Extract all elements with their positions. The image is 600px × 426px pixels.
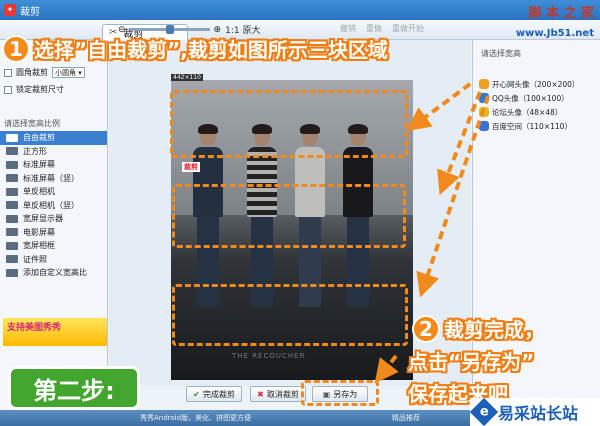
preset-label: 开心网头像（200×200） — [492, 79, 580, 89]
preset-title: 请选择宽高 — [481, 49, 521, 58]
circle-crop-row: 圆角裁剪 小圆角 ▾ — [0, 66, 107, 79]
crop-tag: 裁剪 — [182, 162, 200, 172]
crop-dimension-label: 442×110 — [171, 74, 203, 81]
preset-list: 开心网头像（200×200） QQ头像（100×100） 论坛头像（48×48） 百度… — [473, 77, 600, 133]
crop-region-bottom[interactable] — [172, 284, 408, 346]
ratio-icon — [6, 255, 18, 264]
zoom-out-icon[interactable]: ⊖ — [118, 25, 126, 35]
preset-item[interactable]: QQ头像（100×100） — [473, 91, 600, 105]
ratio-label: 标准屏幕 — [23, 160, 55, 170]
step2-line2: 点击“另存为” — [408, 350, 535, 374]
save-as-highlight — [301, 380, 379, 406]
ratio-icon — [6, 201, 18, 210]
ratio-icon — [6, 160, 18, 169]
status-recommend[interactable]: 精品推荐 — [392, 413, 420, 423]
ratio-icon — [6, 133, 18, 142]
ratio-icon — [6, 241, 18, 250]
ratio-label: 宽屏显示器 — [23, 214, 63, 224]
circle-crop-checkbox[interactable] — [4, 68, 12, 77]
site-name: 易采站长站 — [498, 404, 579, 423]
ratio-label: 证件照 — [23, 254, 47, 264]
left-panel: 圆角裁剪 小圆角 ▾ 锁定裁剪尺寸 请选择宽高比例 自由裁剪正方形标准屏幕标准屏… — [0, 40, 108, 410]
preset-item[interactable]: 百度空间（110×110） — [473, 119, 600, 133]
undo-button[interactable]: 撤销 — [340, 23, 356, 34]
reset-button[interactable]: 重做开始 — [392, 23, 424, 34]
ratio-item[interactable]: 添加自定义宽高比 — [0, 266, 107, 280]
step1-number: 1 — [2, 34, 30, 63]
watermark-text: 脚 本 之 家 — [528, 6, 594, 21]
preset-item[interactable]: 论坛头像（48×48） — [473, 105, 600, 119]
preset-label: 百度空间（110×110） — [492, 121, 572, 131]
ratio-item[interactable]: 宽屏相框 — [0, 239, 107, 253]
ratio-item[interactable]: 单反相机 — [0, 185, 107, 199]
circle-crop-label: 圆角裁剪 — [16, 68, 48, 77]
done-crop-button[interactable]: ✔ 完成裁剪 — [186, 386, 242, 402]
crop-region-middle[interactable] — [172, 184, 406, 248]
ratio-icon — [6, 174, 18, 183]
ratio-item[interactable]: 标准屏幕（竖） — [0, 172, 107, 186]
ratio-item[interactable]: 自由裁剪 — [0, 131, 107, 145]
history-actions: 撤销 重做 重做开始 — [340, 23, 424, 34]
preset-icon — [479, 79, 489, 89]
zoom-in-icon[interactable]: ⊕ — [214, 25, 222, 35]
watermark-url: www.Jb51.net — [515, 28, 594, 39]
ratio-label: 宽屏相框 — [23, 241, 55, 251]
ratio-label: 添加自定义宽高比 — [23, 268, 87, 278]
cancel-crop-button[interactable]: ✖ 取消裁剪 — [250, 386, 306, 402]
corner-select[interactable]: 小圆角 ▾ — [52, 67, 85, 78]
preset-icon — [479, 107, 489, 117]
ratio-icon — [6, 214, 18, 223]
ratio-label: 标准屏幕（竖） — [23, 173, 79, 183]
ratio-label: 单反相机 — [23, 187, 55, 197]
ratio-icon — [6, 147, 18, 156]
ratio-section-title: 请选择宽高比例 — [4, 119, 60, 128]
preset-label: 论坛头像（48×48） — [492, 107, 563, 117]
zoom-slider-knob[interactable] — [165, 25, 174, 34]
site-logo-icon: e — [469, 397, 499, 426]
ratio-list: 自由裁剪正方形标准屏幕标准屏幕（竖） 单反相机单反相机（竖） 宽屏显示器电影屏幕宽屏… — [0, 131, 107, 280]
ratio-item[interactable]: 正方形 — [0, 145, 107, 159]
lock-size-row: 锁定裁剪尺寸 — [0, 83, 107, 96]
app-logo-icon: ✦ — [4, 4, 16, 16]
promo-banner[interactable]: 支持美图秀秀 — [3, 318, 107, 346]
preset-icon — [479, 93, 489, 103]
close-icon: ✖ — [257, 389, 264, 399]
crop-region-top[interactable] — [170, 90, 408, 158]
ratio-icon — [6, 187, 18, 196]
preset-icon — [479, 121, 489, 131]
ratio-label: 单反相机（竖） — [23, 200, 79, 210]
window-title: 裁剪 — [20, 6, 40, 18]
step2-annotation: 2 裁剪完成， — [412, 314, 544, 343]
lock-size-label: 锁定裁剪尺寸 — [16, 85, 64, 94]
step2-number: 2 — [412, 314, 440, 343]
ratio-item[interactable]: 标准屏幕 — [0, 158, 107, 172]
status-tip[interactable]: 秀秀Android版，美化、拼图更方便 — [140, 413, 251, 423]
ratio-item[interactable]: 证件照 — [0, 253, 107, 267]
site-logo: e 易采站长站 — [469, 397, 600, 426]
ratio-icon — [6, 268, 18, 277]
step2-line1: 裁剪完成， — [444, 318, 544, 342]
ratio-item[interactable]: 电影屏幕 — [0, 226, 107, 240]
step-badge: 第二步: — [8, 366, 140, 410]
step1-annotation: 1 选择”自由裁剪”,裁剪如图所示三块区域 — [2, 34, 388, 63]
zoom-slider[interactable] — [129, 25, 210, 34]
photo-caption: THE RECOUCHER — [232, 352, 306, 360]
checkmark-icon: ✔ — [193, 389, 200, 399]
redo-button[interactable]: 重做 — [366, 23, 382, 34]
ratio-item[interactable]: 单反相机（竖） — [0, 199, 107, 213]
ratio-item[interactable]: 宽屏显示器 — [0, 212, 107, 226]
title-bar: ✦ 裁剪 — [0, 0, 600, 20]
step1-text: 选择”自由裁剪”,裁剪如图所示三块区域 — [34, 38, 388, 62]
ratio-icon — [6, 228, 18, 237]
ratio-label: 自由裁剪 — [23, 133, 55, 143]
ratio-label: 电影屏幕 — [23, 227, 55, 237]
ratio-label: 正方形 — [23, 146, 47, 156]
preset-item[interactable]: 开心网头像（200×200） — [473, 77, 600, 91]
preset-label: QQ头像（100×100） — [492, 93, 569, 103]
lock-size-checkbox[interactable] — [4, 85, 12, 94]
